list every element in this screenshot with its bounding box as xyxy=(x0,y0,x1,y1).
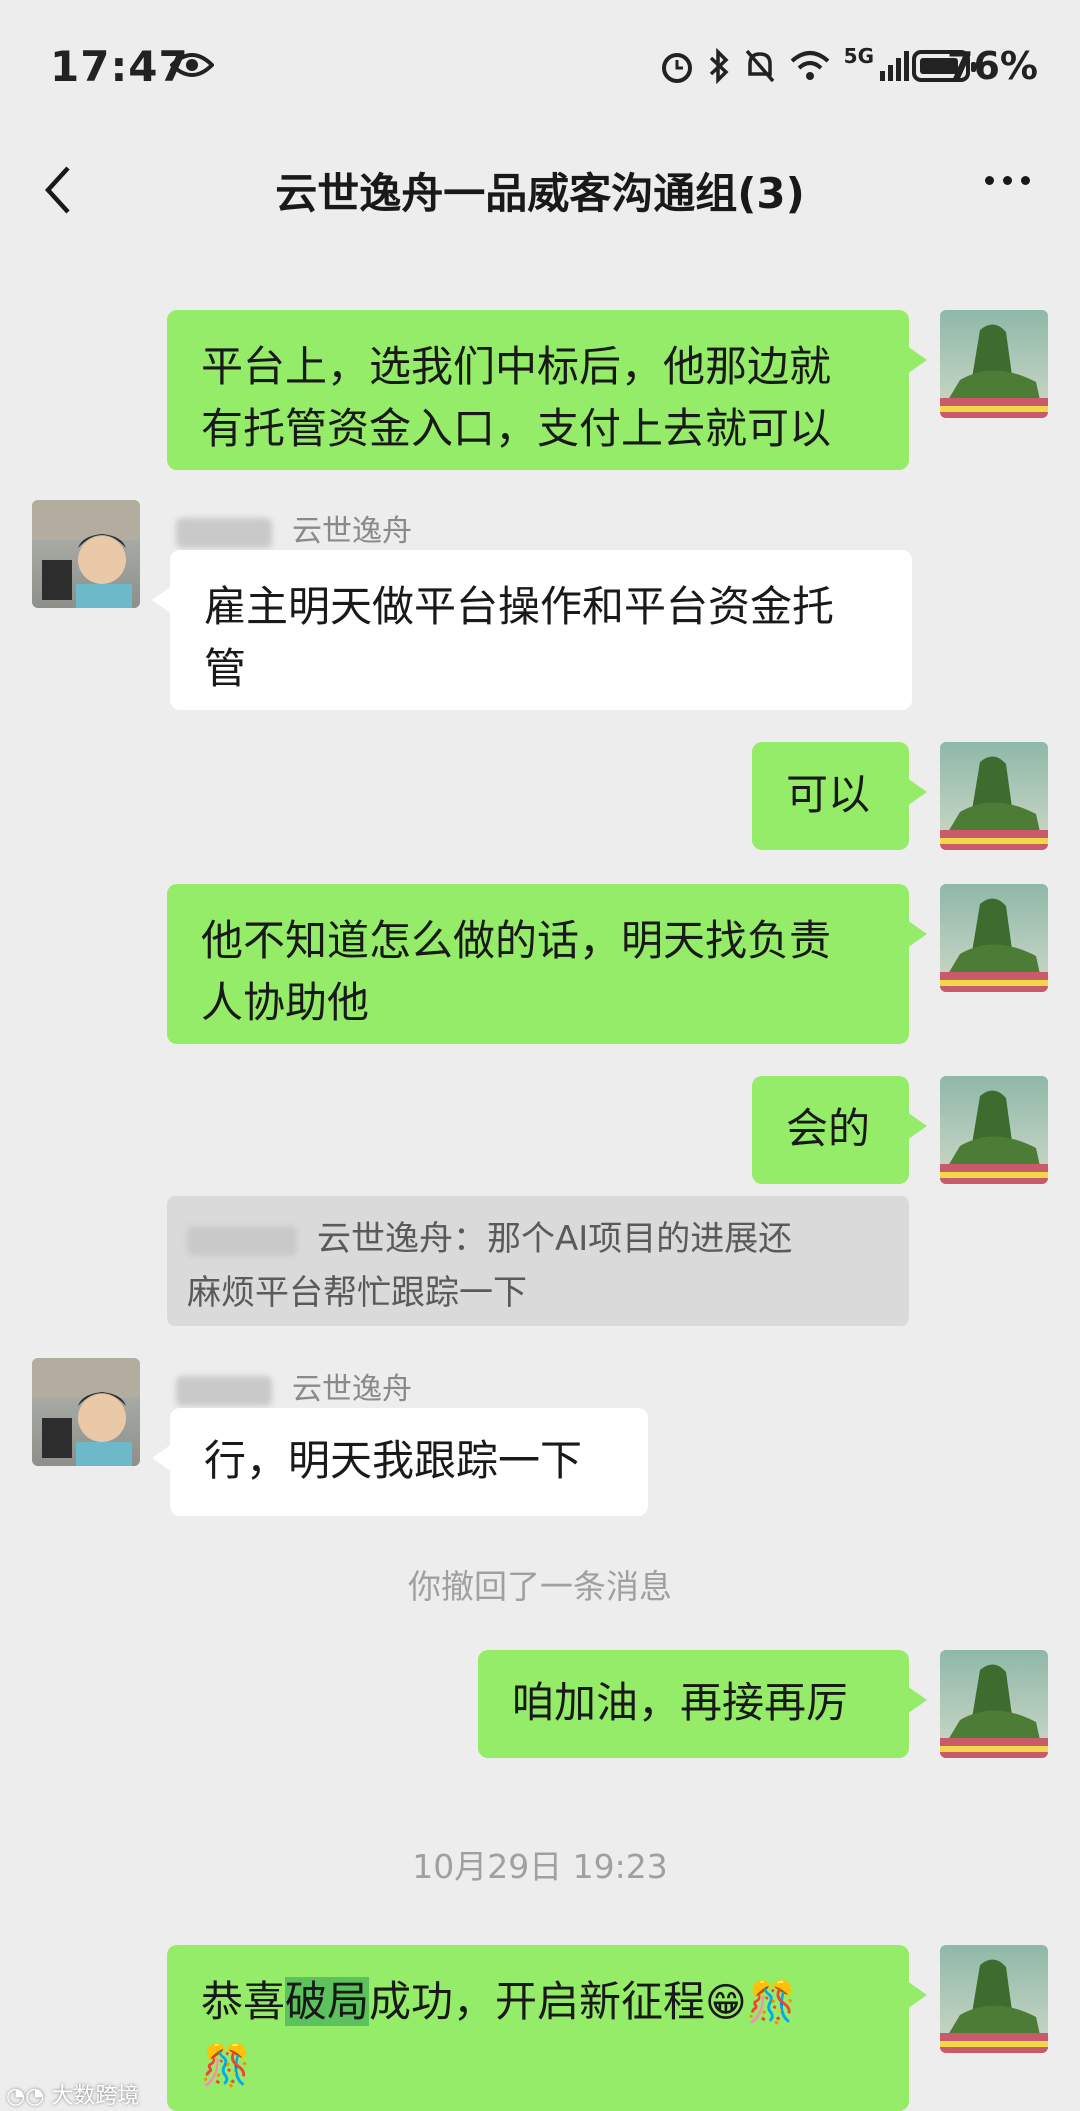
quote-text: 云世逸舟：那个AI项目的进展还 xyxy=(187,1212,889,1266)
message-text: 恭喜破局成功，开启新征程😁🎊 xyxy=(201,1977,797,2026)
my-avatar[interactable] xyxy=(940,742,1048,850)
message-text: 🎊 xyxy=(201,2034,875,2097)
sender-name: 云世逸舟 xyxy=(176,1364,412,1408)
message-text: 他不知道怎么做的话，明天找负责 xyxy=(201,916,832,965)
redacted-name xyxy=(187,1225,297,1256)
message-bubble-sent[interactable]: 可以 xyxy=(752,742,927,850)
status-bar: 17:47 5G 76% xyxy=(0,0,1080,140)
redacted-name xyxy=(176,517,272,548)
wifi-icon xyxy=(790,51,829,80)
emoji: 😁🎊 xyxy=(705,1980,797,2026)
my-avatar[interactable] xyxy=(940,1076,1048,1184)
contact-avatar[interactable] xyxy=(32,500,140,608)
recall-notice: 你撤回了一条消息 xyxy=(408,1567,672,1606)
battery-percent: 76% xyxy=(947,44,1038,88)
emoji: 🎊 xyxy=(201,2043,251,2089)
network-type: 5G xyxy=(843,44,874,68)
watermark-logo-icon: ◔◔ xyxy=(6,2084,45,2109)
bluetooth-icon xyxy=(709,48,729,84)
sender-name: 云世逸舟 xyxy=(176,506,412,550)
message-bubble-received[interactable]: 行，明天我跟踪一下 xyxy=(152,1408,648,1516)
message-text: 雇主明天做平台操作和平台资金托 xyxy=(204,582,835,631)
message-bubble-sent[interactable]: 会的 xyxy=(752,1076,927,1184)
highlighted-text: 破局 xyxy=(285,1977,370,2026)
my-avatar[interactable] xyxy=(940,310,1048,418)
message-text: 人协助他 xyxy=(201,978,370,1027)
my-avatar[interactable] xyxy=(940,884,1048,992)
signal-icon xyxy=(880,51,909,81)
message-text: 管 xyxy=(204,644,247,693)
message-text: 行，明天我跟踪一下 xyxy=(204,1436,583,1485)
alarm-icon xyxy=(661,53,692,83)
chat-title: 云世逸舟一品威客沟通组(3) xyxy=(275,169,805,218)
message-bubble-received[interactable]: 雇主明天做平台操作和平台资金托 管 xyxy=(152,550,912,710)
chat-header: 云世逸舟一品威客沟通组(3) xyxy=(0,140,1080,250)
message-bubble-sent[interactable]: 咱加油，再接再厉 xyxy=(478,1650,927,1758)
more-options-icon[interactable] xyxy=(985,176,1030,185)
quoted-message[interactable]: 云世逸舟：那个AI项目的进展还 麻烦平台帮忙跟踪一下 xyxy=(167,1196,909,1326)
quote-text: 麻烦平台帮忙跟踪一下 xyxy=(187,1273,527,1313)
contact-avatar[interactable] xyxy=(32,1358,140,1466)
status-icons: 5G xyxy=(660,44,910,84)
message-text: 咱加油，再接再厉 xyxy=(512,1678,849,1727)
mute-icon xyxy=(745,49,774,83)
message-bubble-sent[interactable]: 恭喜破局成功，开启新征程😁🎊 🎊 xyxy=(167,1945,927,2111)
watermark: ◔◔ 大数跨境 xyxy=(6,2084,140,2109)
message-text: 会的 xyxy=(786,1104,871,1153)
my-avatar[interactable] xyxy=(940,1650,1048,1758)
message-bubble-sent[interactable]: 平台上，选我们中标后，他那边就 有托管资金入口，支付上去就可以 xyxy=(167,310,927,470)
message-text: 平台上，选我们中标后，他那边就 xyxy=(201,342,832,391)
eye-icon xyxy=(170,53,214,77)
message-text: 可以 xyxy=(786,770,871,819)
redacted-name xyxy=(176,1375,272,1406)
status-time: 17:47 xyxy=(50,42,189,91)
timestamp: 10月29日 19:23 xyxy=(412,1847,668,1886)
message-text: 有托管资金入口，支付上去就可以 xyxy=(201,404,832,453)
message-bubble-sent[interactable]: 他不知道怎么做的话，明天找负责 人协助他 xyxy=(167,884,927,1044)
my-avatar[interactable] xyxy=(940,1945,1048,2053)
